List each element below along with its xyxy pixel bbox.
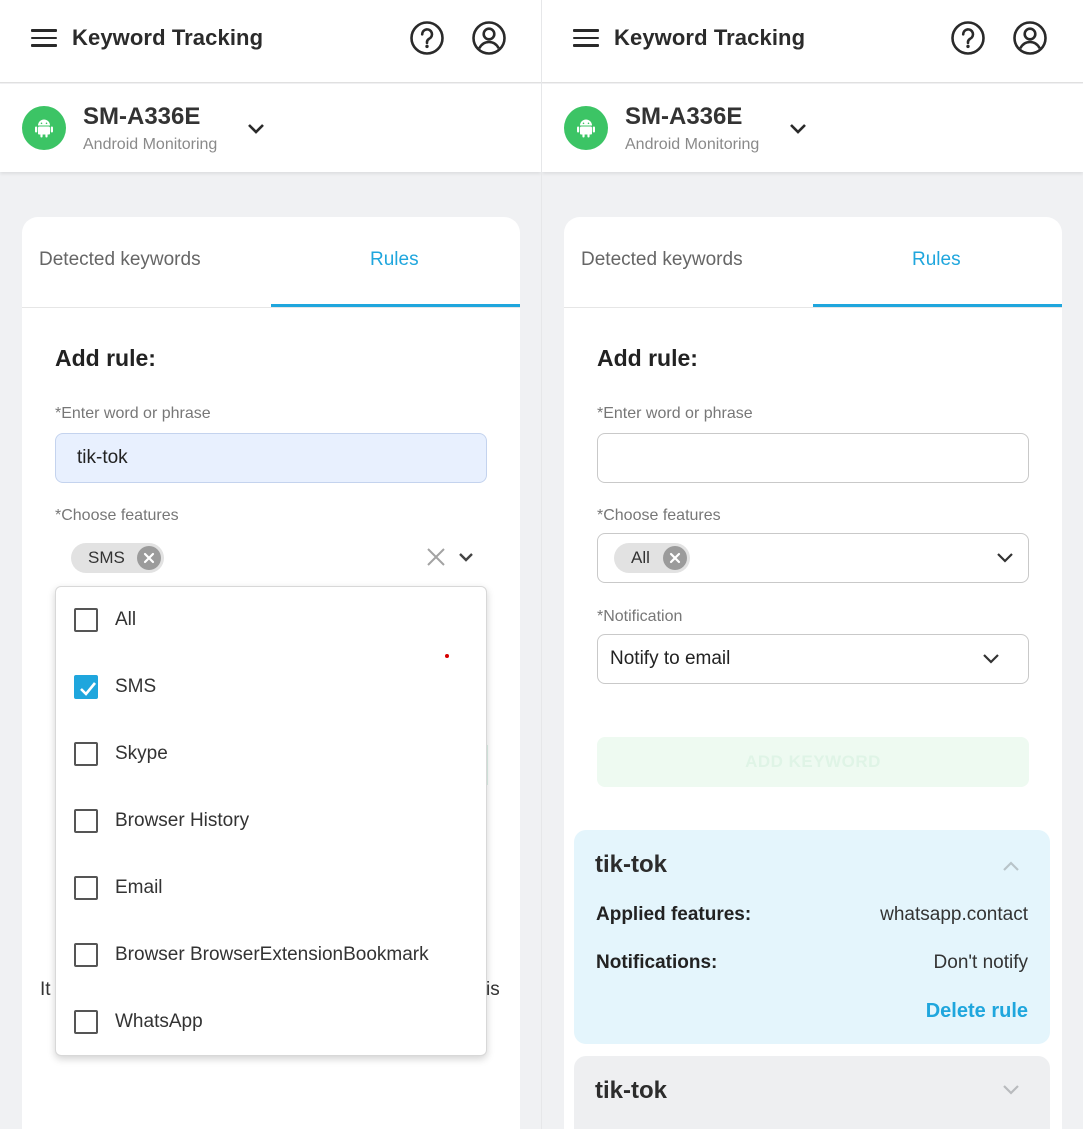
chevron-down-icon[interactable] [246,122,266,136]
device-subtitle: Android Monitoring [83,136,218,153]
option-label: Skype [115,743,168,764]
account-icon[interactable] [1012,20,1048,56]
device-selector[interactable]: SM-A336E Android Monitoring [542,84,1083,172]
option-label: SMS [115,676,157,697]
features-field-label: *Choose features [55,507,179,524]
features-dropdown: All SMS Skype Browser History Email Brow… [55,586,487,1056]
feature-chip-label: All [631,548,650,567]
option-label: WhatsApp [115,1011,203,1032]
close-icon[interactable] [426,547,446,567]
rule-card-collapsed[interactable]: tik-tok [574,1056,1050,1129]
rule-title: tik-tok [595,851,667,878]
chevron-down-icon[interactable] [458,551,474,563]
feature-chip-all: All [614,543,690,573]
checkbox[interactable] [74,809,98,833]
add-keyword-button[interactable]: ADD KEYWORD [597,737,1029,787]
feature-option-skype[interactable]: Skype [56,721,486,788]
word-field-label: *Enter word or phrase [597,405,753,422]
help-icon[interactable] [950,20,986,56]
option-label: Browser History [115,810,250,831]
feature-option-browser-history[interactable]: Browser History [56,788,486,855]
notification-field-label: *Notification [597,608,683,625]
left-screen: Keyword Tracking SM-A336E Android Monito… [0,0,541,1129]
tab-detected-keywords[interactable]: Detected keywords [581,249,743,271]
device-name: SM-A336E [625,103,743,130]
feature-option-whatsapp[interactable]: WhatsApp [56,989,486,1056]
checkbox[interactable] [74,608,98,632]
rule-card-expanded: tik-tok Applied features: whatsapp.conta… [574,830,1050,1044]
rule-title: tik-tok [595,1077,667,1104]
tab-rules[interactable]: Rules [912,249,961,271]
applied-features-label: Applied features: [596,904,752,925]
cursor-dot [445,654,449,658]
help-icon[interactable] [409,20,445,56]
remove-chip-icon[interactable] [663,546,687,570]
feature-chip-label: SMS [88,548,125,567]
notification-value: Notify to email [610,648,731,669]
hidden-text-right: is [486,979,500,1000]
notification-select[interactable]: Notify to email [597,634,1029,684]
chevron-up-icon[interactable] [1002,860,1020,872]
option-label: All [115,609,137,630]
word-input[interactable]: tik-tok [55,433,487,483]
notifications-label: Notifications: [596,952,718,973]
android-icon [564,106,608,150]
features-field-label: *Choose features [597,507,721,524]
device-name: SM-A336E [83,103,201,130]
add-rule-heading: Add rule: [55,345,156,371]
delete-rule-link[interactable]: Delete rule [926,1000,1028,1023]
word-field-label: *Enter word or phrase [55,405,211,422]
tab-rules[interactable]: Rules [370,249,419,271]
app-header: Keyword Tracking [542,0,1083,83]
chevron-down-icon [983,654,999,664]
notifications-value: Don't notify [933,952,1028,973]
remove-chip-icon[interactable] [137,546,161,570]
chevron-down-icon[interactable] [1002,1084,1020,1096]
feature-option-email[interactable]: Email [56,855,486,922]
chevron-down-icon[interactable] [788,122,808,136]
tab-divider [22,307,520,308]
device-subtitle: Android Monitoring [625,136,760,153]
checkbox[interactable] [74,742,98,766]
menu-icon[interactable] [573,29,599,47]
feature-chip-sms: SMS [71,543,164,573]
word-input[interactable] [597,433,1029,483]
menu-icon[interactable] [31,29,57,47]
chevron-down-icon [997,553,1013,563]
checkbox-checked[interactable] [74,675,98,699]
rules-card: Detected keywords Rules Add rule: *Enter… [564,217,1062,1129]
applied-features-value: whatsapp.contact [880,904,1028,925]
checkbox[interactable] [74,1010,98,1034]
features-select[interactable]: All [597,533,1029,583]
app-title: Keyword Tracking [614,25,806,50]
right-screen: Keyword Tracking SM-A336E Android Monito… [542,0,1083,1129]
add-rule-heading: Add rule: [597,345,698,371]
check-icon [80,682,97,696]
option-label: Browser BrowserExtensionBookmark [115,944,429,965]
feature-option-all[interactable]: All [56,587,486,654]
feature-option-sms[interactable]: SMS [56,654,486,721]
checkbox[interactable] [74,876,98,900]
option-label: Email [115,877,163,898]
account-icon[interactable] [471,20,507,56]
checkbox[interactable] [74,943,98,967]
android-icon [22,106,66,150]
tab-divider [564,307,1062,308]
feature-option-browser-bookmark[interactable]: Browser BrowserExtensionBookmark [56,922,486,989]
app-title: Keyword Tracking [72,25,264,50]
hidden-text-left: It [40,979,51,1000]
device-selector[interactable]: SM-A336E Android Monitoring [0,84,541,172]
tab-detected-keywords[interactable]: Detected keywords [39,249,201,271]
app-header: Keyword Tracking [0,0,541,83]
